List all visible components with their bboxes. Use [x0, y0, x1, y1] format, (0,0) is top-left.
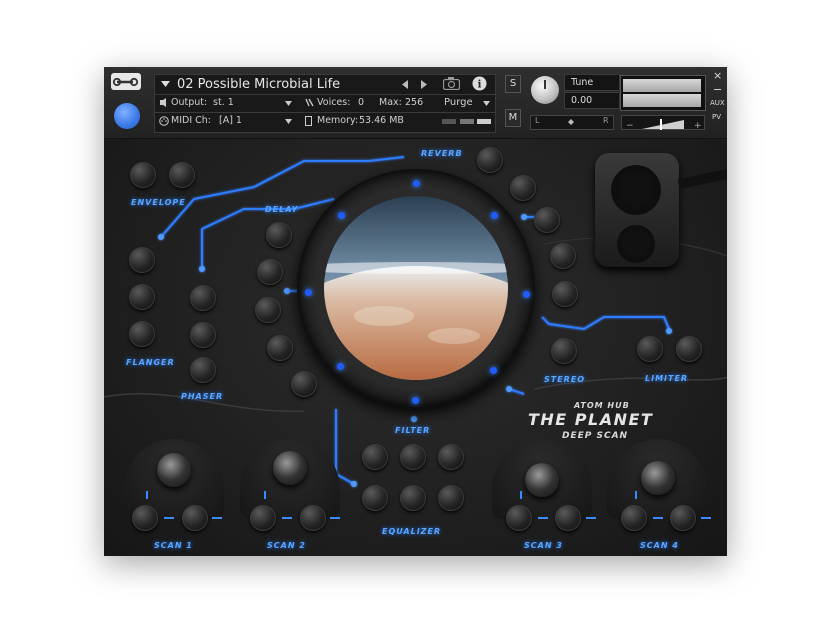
minimize-icon[interactable]: − — [713, 83, 722, 96]
collapse-arrow-icon[interactable] — [161, 81, 170, 87]
memory-value: 53.46 MB — [359, 115, 404, 126]
max-voices-value[interactable]: 256 — [405, 97, 423, 108]
pan-right-label: R — [603, 116, 609, 125]
scan-tick-accents — [146, 491, 711, 519]
voices-value: 0 — [358, 97, 365, 108]
pan-slider[interactable]: L R — [530, 115, 614, 130]
load-meter-2 — [460, 119, 474, 124]
close-icon[interactable]: × — [713, 69, 722, 82]
output-icon — [160, 98, 166, 107]
voices-icon — [305, 98, 314, 107]
tune-value[interactable]: 0.00 — [564, 92, 620, 109]
midi-dropdown-icon[interactable] — [285, 119, 292, 124]
output-select[interactable]: st. 1 — [213, 97, 234, 108]
midi-channel-label: MIDI Ch: — [171, 115, 211, 126]
meter-left — [623, 79, 701, 92]
main-panel: ENVELOPE FLANGER PHASER DELAY REVERB STE… — [104, 139, 727, 556]
purge-button[interactable]: Purge — [444, 97, 473, 108]
purge-dropdown-icon[interactable] — [483, 101, 490, 106]
solo-button[interactable]: S — [505, 75, 521, 93]
svg-text:+: + — [694, 121, 702, 131]
pan-left-label: L — [535, 116, 540, 125]
memory-icon — [305, 116, 312, 126]
max-voices-label: Max: — [379, 97, 402, 108]
voices-label: Voices: — [317, 97, 351, 108]
mute-button[interactable]: M — [505, 109, 521, 127]
next-instrument-icon[interactable] — [421, 80, 427, 89]
memory-label: Memory: — [317, 115, 359, 126]
output-dropdown-icon[interactable] — [285, 101, 292, 106]
output-label: Output: — [171, 97, 208, 108]
tune-label: Tune — [564, 74, 620, 91]
info-icon[interactable]: i — [472, 76, 487, 91]
svg-text:i: i — [478, 80, 482, 91]
instrument-info-panel: 02 Possible Microbial Life i Output: st.… — [154, 74, 496, 133]
load-meter-1 — [442, 119, 456, 124]
svg-text:−: − — [626, 121, 634, 131]
pan-center-icon — [568, 119, 574, 125]
kontakt-header: 02 Possible Microbial Life i Output: st.… — [104, 67, 727, 139]
meter-right — [623, 94, 701, 107]
prev-instrument-icon[interactable] — [402, 80, 408, 89]
instrument-window: 02 Possible Microbial Life i Output: st.… — [104, 67, 727, 556]
tune-knob[interactable] — [531, 76, 559, 104]
camera-icon[interactable] — [443, 77, 460, 90]
midi-channel-select[interactable]: [A] 1 — [219, 115, 242, 126]
instrument-name[interactable]: 02 Possible Microbial Life — [177, 77, 340, 92]
instrument-icon — [114, 103, 140, 129]
wrench-icon[interactable] — [111, 73, 141, 90]
midi-icon — [159, 116, 169, 126]
pv-button[interactable]: PV — [712, 113, 721, 121]
load-meter-3 — [477, 119, 491, 124]
aux-button[interactable]: AUX — [710, 99, 725, 107]
volume-slider[interactable]: − + — [621, 115, 705, 131]
volume-meter — [620, 75, 706, 111]
